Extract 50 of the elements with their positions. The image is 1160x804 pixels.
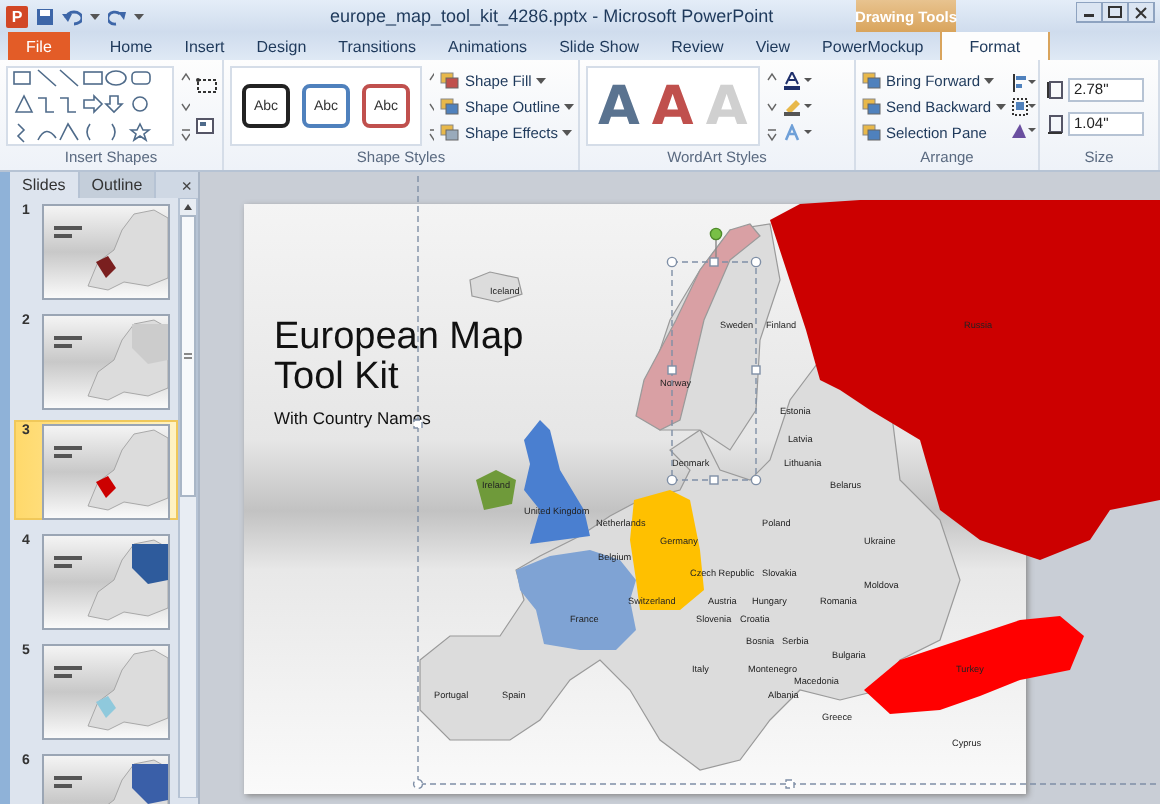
- ribbon-tab[interactable]: Format: [939, 32, 1051, 60]
- text-fill-icon[interactable]: [783, 71, 812, 89]
- ribbon-tab[interactable]: PowerMockup: [806, 32, 940, 60]
- panel-tab[interactable]: Slides: [10, 172, 80, 198]
- slide-thumbnail[interactable]: [42, 314, 170, 410]
- bring-forward-icon: [862, 71, 882, 89]
- text-outline-icon[interactable]: [783, 97, 812, 115]
- ribbon-tab[interactable]: Transitions: [322, 32, 432, 60]
- caret-icon: [90, 12, 100, 20]
- text-box-icon[interactable]: [196, 118, 214, 134]
- ribbon-tab[interactable]: Insert: [168, 32, 241, 60]
- slide-thumbnail[interactable]: [42, 534, 170, 630]
- caret-icon: [984, 76, 995, 84]
- redo-icon[interactable]: [108, 7, 126, 25]
- slide-thumbnail[interactable]: [42, 644, 170, 740]
- edit-shape-icon[interactable]: [196, 78, 218, 94]
- group-icon[interactable]: [1011, 97, 1036, 115]
- caret-icon: [564, 102, 574, 110]
- ribbon-tab[interactable]: View: [739, 32, 807, 60]
- align-icon[interactable]: [1011, 73, 1036, 91]
- selection-pane-icon: [862, 123, 882, 141]
- text-effects-icon[interactable]: [783, 123, 812, 141]
- ribbon-tab[interactable]: Home: [93, 32, 169, 60]
- ribbon-tab[interactable]: Slide Show: [543, 32, 656, 60]
- undo-icon[interactable]: [62, 7, 82, 25]
- file-tab[interactable]: File: [8, 32, 70, 60]
- wordart-preset[interactable]: A: [598, 79, 640, 133]
- window-title: europe_map_tool_kit_4286.pptx - Microsoft PowerPoint: [330, 6, 774, 26]
- wordart-preset[interactable]: A: [651, 79, 694, 133]
- customize-caret-icon: [134, 12, 144, 20]
- slide-thumbnail[interactable]: [42, 204, 170, 300]
- ribbon-tab[interactable]: Review: [655, 32, 740, 60]
- shape-effects-icon: [440, 123, 461, 141]
- save-icon[interactable]: [36, 7, 54, 25]
- window-controls[interactable]: [1076, 2, 1156, 24]
- caret-icon: [535, 76, 546, 84]
- close-button[interactable]: ×: [181, 172, 192, 198]
- shape-height-icon: [1046, 79, 1064, 99]
- shape-width-icon: [1046, 113, 1064, 133]
- slide-thumbnail[interactable]: [42, 424, 170, 520]
- rotate-icon[interactable]: [1011, 121, 1036, 139]
- slide-title: European Map Tool Kit: [274, 318, 526, 398]
- caret-icon: [995, 102, 1006, 110]
- app-logo: P: [6, 5, 28, 27]
- scrollbar[interactable]: [178, 198, 198, 798]
- ribbon-tab[interactable]: Design: [240, 32, 323, 60]
- send-backward-icon: [862, 97, 882, 115]
- panel-tab[interactable]: Outline: [79, 172, 157, 198]
- ribbon-tab[interactable]: Animations: [431, 32, 544, 60]
- caret-icon: [562, 128, 573, 136]
